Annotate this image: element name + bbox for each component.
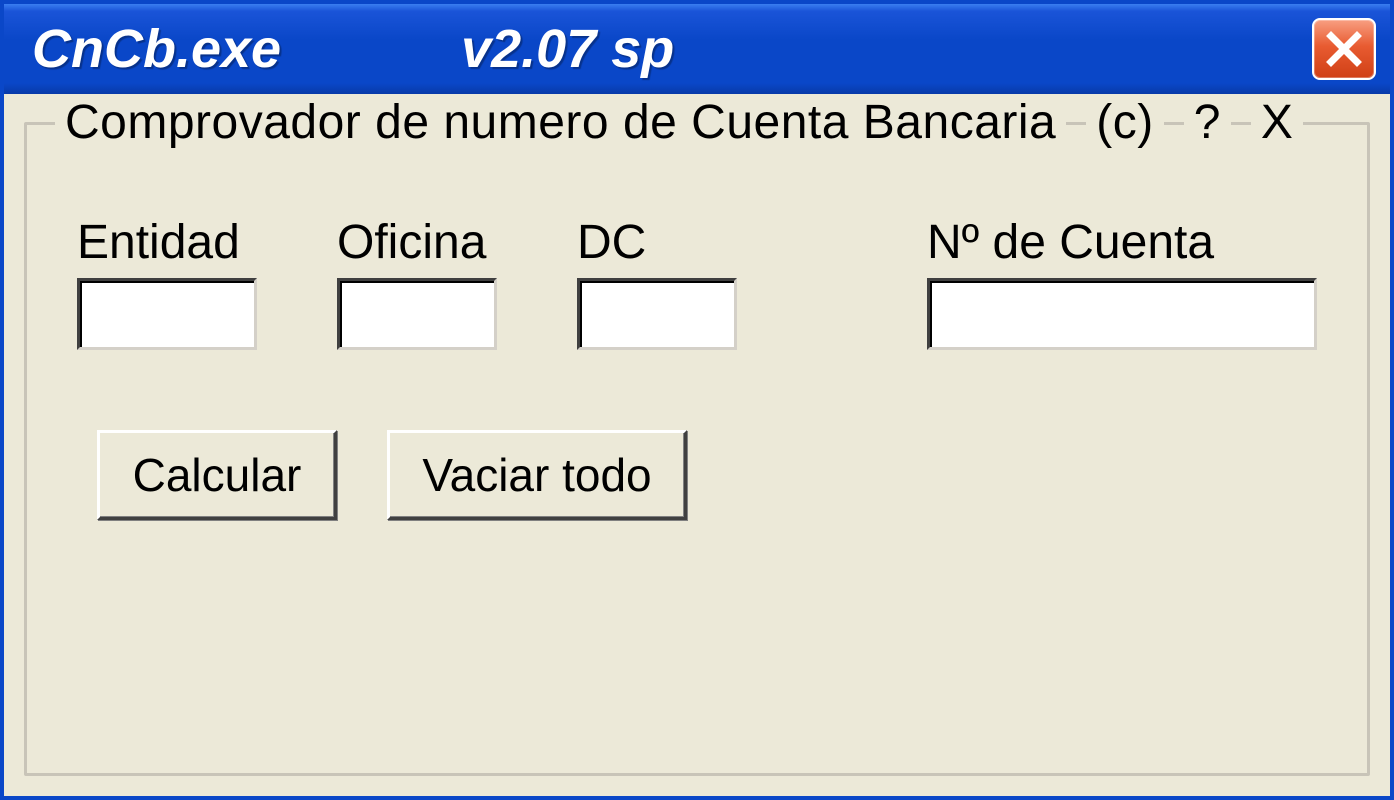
app-version: v2.07 sp bbox=[461, 18, 674, 80]
app-window: CnCb.exe v2.07 sp Comprovador de numero … bbox=[0, 0, 1394, 800]
oficina-input[interactable] bbox=[337, 278, 497, 350]
cuenta-label: Nº de Cuenta bbox=[927, 215, 1317, 270]
dc-label: DC bbox=[577, 215, 737, 270]
buttons-row: Calcular Vaciar todo bbox=[97, 430, 1317, 520]
close-icon bbox=[1326, 31, 1362, 67]
vaciar-button[interactable]: Vaciar todo bbox=[387, 430, 687, 520]
fields-row: Entidad Oficina DC Nº de Cuenta bbox=[77, 215, 1317, 350]
dc-field: DC bbox=[577, 215, 737, 350]
entidad-field: Entidad bbox=[77, 215, 257, 350]
cuenta-field: Nº de Cuenta bbox=[927, 215, 1317, 350]
group-close-link[interactable]: X bbox=[1251, 95, 1304, 150]
main-groupbox: Comprovador de numero de Cuenta Bancaria… bbox=[24, 122, 1370, 776]
calcular-button[interactable]: Calcular bbox=[97, 430, 337, 520]
window-close-button[interactable] bbox=[1312, 18, 1376, 80]
dc-input[interactable] bbox=[577, 278, 737, 350]
entidad-label: Entidad bbox=[77, 215, 257, 270]
copyright-link[interactable]: (c) bbox=[1086, 95, 1163, 150]
title-text: CnCb.exe v2.07 sp bbox=[32, 18, 674, 80]
app-name: CnCb.exe bbox=[32, 18, 281, 80]
client-area: Comprovador de numero de Cuenta Bancaria… bbox=[4, 94, 1390, 796]
groupbox-legend: Comprovador de numero de Cuenta Bancaria… bbox=[55, 95, 1347, 150]
titlebar: CnCb.exe v2.07 sp bbox=[4, 4, 1390, 94]
oficina-label: Oficina bbox=[337, 215, 497, 270]
help-link[interactable]: ? bbox=[1184, 95, 1231, 150]
group-title: Comprovador de numero de Cuenta Bancaria bbox=[55, 95, 1066, 150]
oficina-field: Oficina bbox=[337, 215, 497, 350]
entidad-input[interactable] bbox=[77, 278, 257, 350]
cuenta-input[interactable] bbox=[927, 278, 1317, 350]
